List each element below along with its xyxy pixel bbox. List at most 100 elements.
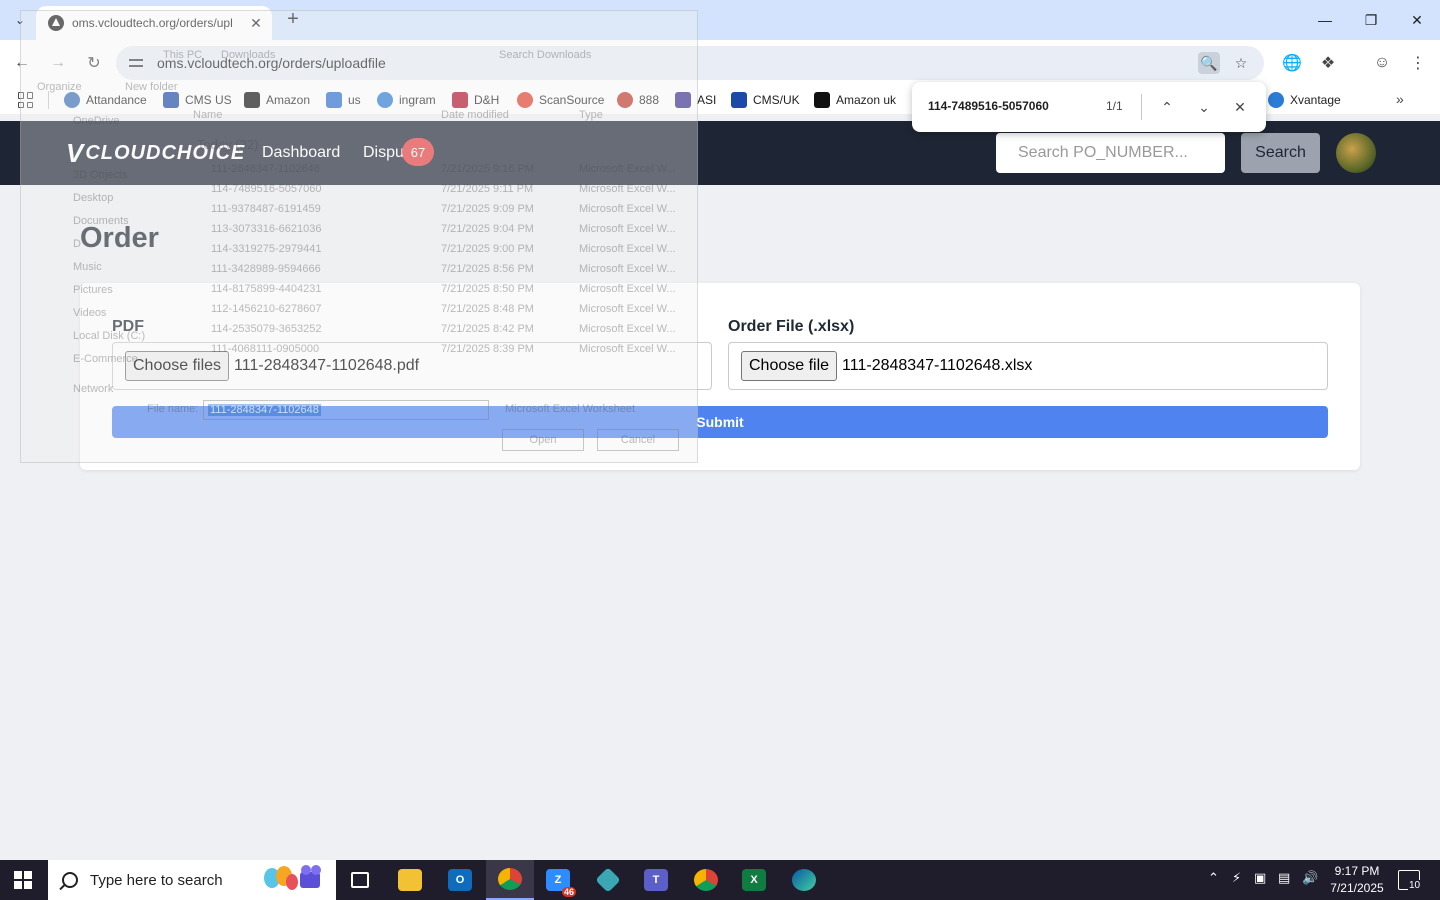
profile-icon[interactable]: ☺ xyxy=(1370,51,1394,75)
balloons-illustration-icon xyxy=(264,865,321,890)
zoom-icon[interactable]: Z 46 xyxy=(534,860,582,900)
nav-disputes[interactable]: Dispu xyxy=(363,144,404,162)
bookmark-label: Amazon xyxy=(266,93,311,107)
cms-icon xyxy=(731,92,747,108)
pdf-choose-files-button[interactable]: Choose files xyxy=(125,351,230,381)
bookmark-cms-uk[interactable]: CMS/UK xyxy=(731,91,800,109)
translate-globe-icon[interactable]: 🌐 xyxy=(1280,51,1304,75)
tab-search-chevron-icon[interactable]: ⌄ xyxy=(8,8,32,32)
pdf-file-input[interactable]: Choose files 111-2848347-1102648.pdf xyxy=(112,342,712,390)
us-icon xyxy=(326,92,342,108)
taskbar-clock[interactable]: 9:17 PM 7/21/2025 xyxy=(1322,863,1392,897)
restore-icon[interactable]: ❐ xyxy=(1348,0,1394,40)
find-close-icon[interactable]: ✕ xyxy=(1228,95,1252,119)
bookmark-label: Attandance xyxy=(86,93,147,107)
bookmark-attandance[interactable]: Attandance xyxy=(64,91,147,109)
user-avatar[interactable] xyxy=(1336,133,1376,173)
tray-app-icon[interactable]: ⚡ xyxy=(1232,870,1241,886)
teams-icon[interactable]: T xyxy=(632,860,680,900)
xlsx-choose-file-button[interactable]: Choose file xyxy=(741,351,838,381)
nav-dashboard[interactable]: Dashboard xyxy=(262,144,340,162)
ghost-file-row: 114-3319275-2979441 7/21/2025 9:00 PM Micr… xyxy=(211,243,676,255)
bookmark-label: ingram xyxy=(399,93,436,107)
find-input[interactable]: 114-7489516-5057060 xyxy=(928,99,1049,113)
minimize-icon[interactable]: — xyxy=(1302,0,1348,40)
logo-text: CLOUDCHOICE xyxy=(85,141,246,164)
ghost-file-row: 114-7489516-5057060 7/21/2025 9:11 PM Micr… xyxy=(211,183,676,195)
cloudchoice-logo[interactable]: V CLOUDCHOICE xyxy=(66,140,246,166)
bookmarks-divider xyxy=(48,91,49,109)
tab-close-icon[interactable]: ✕ xyxy=(248,15,264,32)
forward-arrow-icon[interactable]: → xyxy=(46,51,70,75)
bookmark-asi[interactable]: ASI xyxy=(675,91,716,109)
task-view-icon[interactable] xyxy=(336,860,384,900)
search-button[interactable]: Search xyxy=(1241,133,1320,173)
chrome-profile-icon[interactable] xyxy=(682,860,730,900)
extensions-puzzle-icon[interactable]: ❖ xyxy=(1316,51,1340,75)
address-bar[interactable]: oms.vcloudtech.org/orders/uploadfile 🔍 ☆ xyxy=(116,46,1264,80)
outlook-icon[interactable]: O xyxy=(436,860,484,900)
amazon-icon xyxy=(814,92,830,108)
notifications-count: 10 xyxy=(1408,880,1422,891)
bookmark-label: Xvantage xyxy=(1290,93,1341,107)
clock-time: 9:17 PM xyxy=(1334,864,1380,878)
888-icon xyxy=(617,92,633,108)
browser-tab[interactable]: oms.vcloudtech.org/orders/upl ✕ xyxy=(36,6,272,40)
page-title: Order xyxy=(80,222,159,254)
ghost-file-row: 111-3428989-9594666 7/21/2025 8:56 PM Micr… xyxy=(211,263,676,275)
apps-grid-icon[interactable] xyxy=(18,92,34,108)
back-arrow-icon[interactable]: ← xyxy=(10,51,34,75)
site-settings-icon[interactable] xyxy=(128,55,144,71)
xlsx-file-name: 111-2848347-1102648.xlsx xyxy=(842,357,1033,374)
ghost-file-row: 111-9378487-6191459 7/21/2025 9:09 PM Micr… xyxy=(211,203,676,215)
bookmark-us[interactable]: us xyxy=(326,91,361,109)
tab-title: oms.vcloudtech.org/orders/upl xyxy=(72,16,233,30)
pdf-label: PDF xyxy=(112,318,144,335)
site-favicon-icon xyxy=(48,15,64,31)
find-bar: 114-7489516-5057060 1/1 ⌃ ⌄ ✕ xyxy=(912,82,1266,132)
browser-toolbar: ← → ↻ oms.vcloudtech.org/orders/uploadfi… xyxy=(0,40,1440,86)
close-window-icon[interactable]: ✕ xyxy=(1394,0,1440,40)
ghost-sidebar-item: Desktop xyxy=(73,192,114,204)
find-divider xyxy=(1141,94,1142,120)
network-icon[interactable]: ▤ xyxy=(1278,870,1290,886)
bookmark-label: 888 xyxy=(639,93,660,107)
bookmark-ingram[interactable]: ingram xyxy=(377,91,436,109)
disputes-count-badge: 67 xyxy=(402,138,434,166)
submit-button[interactable]: Submit xyxy=(112,406,1328,438)
po-search-input[interactable] xyxy=(996,133,1225,173)
bookmark-dh[interactable]: D&H xyxy=(452,91,499,109)
volume-icon[interactable]: 🔊 xyxy=(1302,870,1318,886)
more-bookmarks-icon[interactable]: » xyxy=(1396,91,1404,107)
bookmark-scansource[interactable]: ScanSource xyxy=(517,91,604,109)
new-tab-plus-icon[interactable]: + xyxy=(282,8,304,30)
ingram-icon xyxy=(377,92,393,108)
find-next-icon[interactable]: ⌄ xyxy=(1192,95,1216,119)
bookmark-xvantage[interactable]: Xvantage xyxy=(1268,91,1341,109)
address-url[interactable]: oms.vcloudtech.org/orders/uploadfile xyxy=(157,55,386,71)
bookmark-label: Amazon uk xyxy=(836,93,897,107)
bookmark-amazon[interactable]: Amazon xyxy=(244,91,310,109)
xvantage-icon xyxy=(1268,92,1284,108)
bookmark-amazon-uk[interactable]: Amazon uk xyxy=(814,91,896,109)
bookmark-888[interactable]: 888 xyxy=(617,91,659,109)
chrome-icon[interactable] xyxy=(486,860,534,900)
bookmark-star-icon[interactable]: ☆ xyxy=(1230,52,1252,74)
find-previous-icon[interactable]: ⌃ xyxy=(1155,95,1179,119)
amazon-icon xyxy=(244,92,260,108)
windows-start-icon[interactable] xyxy=(14,871,32,889)
windows-taskbar: Type here to search O Z 46 T X ⌃ ⚡ ▣ ▤ 🔊 … xyxy=(0,860,1440,900)
meet-now-icon[interactable]: ▣ xyxy=(1254,870,1266,886)
reload-icon[interactable]: ↻ xyxy=(82,51,106,75)
bookmark-label: CMS/UK xyxy=(753,93,800,107)
excel-icon[interactable]: X xyxy=(730,860,778,900)
file-explorer-icon[interactable] xyxy=(386,860,434,900)
xlsx-file-input[interactable]: Choose file 111-2848347-1102648.xlsx xyxy=(728,342,1328,390)
edge-icon[interactable] xyxy=(780,860,828,900)
show-hidden-icons-icon[interactable]: ⌃ xyxy=(1208,870,1219,886)
bookmark-label: us xyxy=(348,93,361,107)
find-in-page-icon[interactable]: 🔍 xyxy=(1198,52,1220,74)
more-menu-icon[interactable]: ⋮ xyxy=(1406,51,1430,75)
bookmark-cms-us[interactable]: CMS US xyxy=(163,91,232,109)
generic-app-icon[interactable] xyxy=(584,860,632,900)
